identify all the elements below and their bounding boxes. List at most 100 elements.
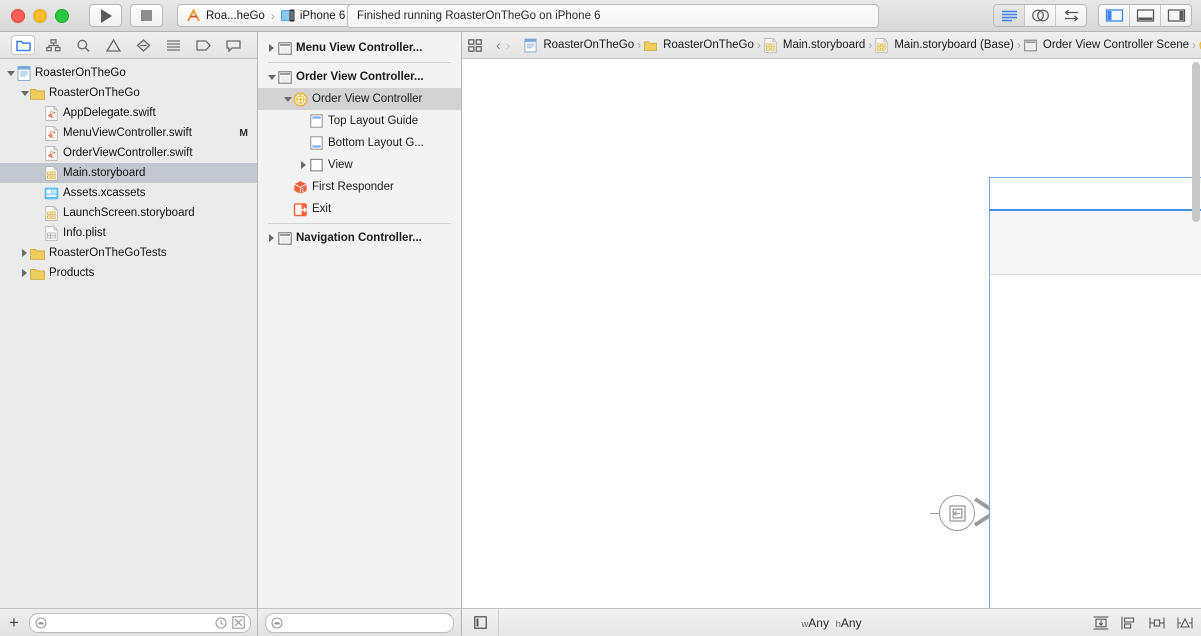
debug-area-toggle-button[interactable]	[1130, 5, 1161, 26]
outline-row[interactable]: 1 First Responder	[258, 176, 461, 198]
breadcrumb-chevron-icon: ›	[868, 38, 873, 52]
outline-row[interactable]: Order View Controller...	[258, 66, 461, 88]
scene-icon	[277, 70, 292, 85]
outline-row[interactable]: Menu View Controller...	[258, 37, 461, 59]
destination-name: iPhone 6	[299, 9, 346, 22]
add-file-button[interactable]: +	[6, 614, 22, 631]
file-row[interactable]: LaunchScreen.storyboard	[0, 203, 257, 223]
size-class-w-value: Any	[808, 615, 829, 630]
recent-files-clock-icon[interactable]	[215, 616, 227, 629]
breadcrumb-item[interactable]: Order View Controller Scene	[1024, 39, 1189, 52]
file-name: Info.plist	[63, 227, 106, 239]
test-navigator-tab[interactable]	[133, 36, 155, 54]
size-class-label[interactable]: wAny hAny	[462, 616, 1201, 630]
size-class-h-value: Any	[840, 615, 862, 630]
jump-bar: ‹ › RoasterOnTheGo › RoasterOnTheGo › Main.s…	[462, 32, 1201, 59]
file-row[interactable]: Assets.xcassets	[0, 183, 257, 203]
zoom-window-button[interactable]	[55, 8, 69, 23]
bottom-layout-guide-icon	[309, 136, 324, 151]
close-window-button[interactable]	[11, 8, 25, 23]
outline-row[interactable]: Exit	[258, 198, 461, 220]
disclosure-triangle-closed[interactable]	[266, 233, 277, 244]
forward-button[interactable]: ›	[506, 38, 511, 52]
outline-row[interactable]: Top Layout Guide	[258, 110, 461, 132]
disclosure-triangle-open[interactable]	[282, 94, 293, 105]
disclosure-triangle-closed[interactable]	[266, 43, 277, 54]
file-row[interactable]: Products	[0, 263, 257, 283]
breadcrumb-item[interactable]: RoasterOnTheGo	[524, 38, 634, 52]
disclosure-triangle-closed[interactable]	[19, 248, 30, 259]
pin-icon[interactable]	[1149, 616, 1165, 630]
outline-label: Menu View Controller...	[296, 42, 423, 54]
canvas-status-bar: wAny hAny	[462, 608, 1201, 636]
disclosure-triangle-closed[interactable]	[19, 268, 30, 279]
scheme-name: Roa...heGo	[206, 9, 265, 22]
assistant-editor-icon	[1031, 9, 1049, 22]
back-button[interactable]: ‹	[496, 38, 501, 52]
activity-status-view: Finished running RoasterOnTheGo on iPhon…	[347, 3, 879, 28]
size-class-w-prefix: w	[801, 618, 809, 630]
resolve-issues-icon[interactable]	[1177, 616, 1193, 630]
file-row[interactable]: RoasterOnTheGo	[0, 63, 257, 83]
update-frames-icon[interactable]	[1093, 615, 1109, 630]
navigator-panel-icon	[1105, 9, 1123, 22]
scm-status-badge: M	[239, 127, 248, 139]
outline-row[interactable]: Bottom Layout G...	[258, 132, 461, 154]
breadcrumb: RoasterOnTheGo › RoasterOnTheGo › Main.story…	[524, 37, 1201, 53]
outline-filter-field[interactable]	[265, 612, 454, 633]
twisty-placeholder	[298, 116, 309, 127]
navigator-toggle-button[interactable]	[1099, 5, 1130, 26]
align-icon[interactable]	[1121, 616, 1137, 630]
twisty-placeholder	[298, 138, 309, 149]
disclosure-triangle-open[interactable]	[5, 68, 16, 79]
source-control-filter-icon[interactable]	[232, 616, 245, 629]
outline-row[interactable]: View	[258, 154, 461, 176]
file-name: Products	[49, 267, 95, 279]
report-navigator-tab[interactable]	[223, 36, 245, 54]
utilities-toggle-button[interactable]	[1161, 5, 1191, 26]
file-row-selected[interactable]: Main.storyboard	[0, 163, 257, 183]
breadcrumb-item[interactable]: Main.storyboard (Base)	[875, 37, 1014, 53]
navigator-filter-field[interactable]	[28, 612, 251, 633]
twisty-placeholder	[33, 208, 44, 219]
issue-navigator-tab[interactable]	[102, 36, 124, 54]
version-editor-icon	[1064, 9, 1078, 22]
order-view-controller-scene[interactable]: 1	[989, 177, 1201, 608]
folder-icon	[30, 86, 45, 101]
scheme-selector[interactable]: Roa...heGo › iPhone 6	[177, 4, 355, 27]
swift-file-icon	[44, 105, 59, 121]
file-row[interactable]: Info.plist	[0, 223, 257, 243]
utilities-panel-icon	[1167, 9, 1185, 22]
file-row[interactable]: RoasterOnTheGoTests	[0, 243, 257, 263]
stop-button[interactable]	[130, 4, 163, 27]
document-outline-toggle-button[interactable]	[462, 609, 499, 636]
view-controller-canvas[interactable]: Product Name Order Now	[989, 209, 1201, 608]
standard-editor-button[interactable]	[994, 5, 1025, 26]
outline-row[interactable]: Order View Controller	[258, 88, 461, 110]
project-navigator-tab[interactable]	[12, 36, 35, 54]
breadcrumb-item[interactable]: RoasterOnTheGo	[644, 39, 754, 52]
breadcrumb-item[interactable]: Main.storyboard	[764, 37, 865, 53]
version-editor-button[interactable]	[1056, 5, 1086, 26]
disclosure-triangle-closed[interactable]	[298, 160, 309, 171]
disclosure-triangle-open[interactable]	[266, 72, 277, 83]
run-button[interactable]	[89, 4, 122, 27]
find-navigator-tab[interactable]	[72, 36, 94, 54]
outline-row[interactable]: Navigation Controller...	[258, 227, 461, 249]
file-row[interactable]: RoasterOnTheGo	[0, 83, 257, 103]
breakpoint-navigator-tab[interactable]	[193, 36, 215, 54]
disclosure-triangle-open[interactable]	[19, 88, 30, 99]
minimize-window-button[interactable]	[33, 8, 47, 23]
file-row[interactable]: MenuViewController.swift M	[0, 123, 257, 143]
storyboard-icon	[44, 165, 59, 181]
related-items-button[interactable]	[468, 38, 482, 52]
canvas-vertical-scrollbar[interactable]	[1192, 62, 1200, 222]
file-row[interactable]: AppDelegate.swift	[0, 103, 257, 123]
interface-builder-canvas[interactable]: 1	[462, 59, 1201, 608]
assistant-editor-button[interactable]	[1025, 5, 1056, 26]
file-row[interactable]: OrderViewController.swift	[0, 143, 257, 163]
debug-navigator-tab[interactable]	[163, 36, 185, 54]
standard-editor-icon	[1001, 10, 1017, 21]
symbol-navigator-tab[interactable]	[42, 36, 64, 54]
segue-badge-icon	[939, 495, 975, 531]
